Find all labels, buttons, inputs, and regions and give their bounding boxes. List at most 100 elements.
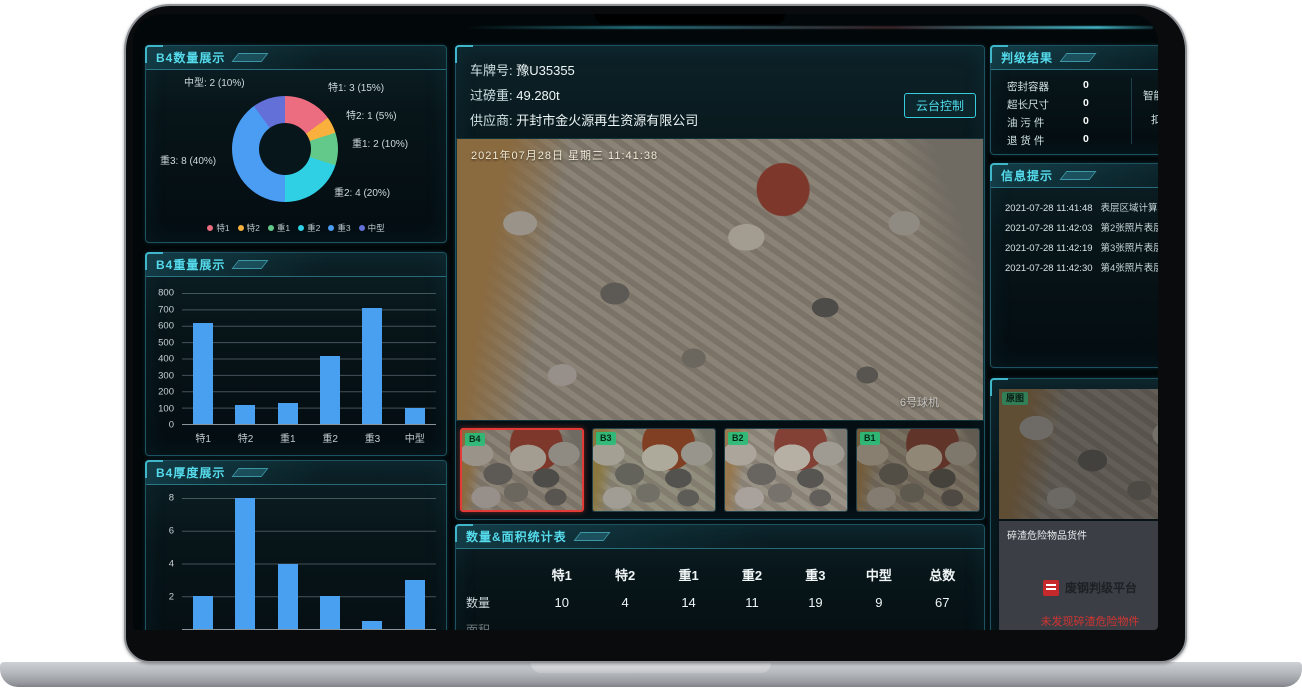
legend-item: 重1 <box>268 222 290 234</box>
divider <box>1131 78 1132 144</box>
weight-panel-header: B4重量展示 <box>146 253 446 277</box>
supplier-row: 供应商: 开封市金火源再生资源有限公司 <box>470 110 698 129</box>
thickness-panel-header: B4厚度展示 <box>146 461 446 485</box>
table-cell: — <box>530 622 593 630</box>
platform-name: 废钢判级平台 <box>1065 579 1137 596</box>
detection-result-box: 碎渣危险物品货件 废钢判级平台 未发现碎渣危险物件 <box>999 521 1158 630</box>
legend-dot <box>238 225 244 231</box>
legend-dot <box>298 225 304 231</box>
detection-caption: 碎渣危险物品货件 <box>1007 527 1087 542</box>
donut-legend: 特1特2重1重2重3中型 <box>146 222 446 234</box>
thumbnail-b1[interactable]: B1 <box>856 428 980 512</box>
table-cell: — <box>911 622 974 630</box>
y-tick-label: 8 <box>169 493 174 504</box>
thumbnail-b2[interactable]: B2 <box>724 428 848 512</box>
stats-table-header: 数量&面积统计表 <box>456 525 984 549</box>
col-header: 总数 <box>911 565 974 584</box>
message-item: 2021-07-28 11:42:19第3张照片表层开始 <box>1005 240 1158 254</box>
col-header: 重2 <box>720 565 783 584</box>
table-cell: — <box>847 622 910 630</box>
table-cell: 10 <box>530 595 593 610</box>
y-tick-label: 500 <box>158 337 174 348</box>
bar <box>405 408 425 424</box>
x-category-label: 重3 <box>351 430 393 445</box>
message-time: 2021-07-28 11:42:30 <box>1005 263 1093 274</box>
grading-item: 密封容器 0 <box>1007 79 1049 94</box>
weight-value: 49.280t <box>516 88 559 103</box>
message-text: 第2张照片表层开始 <box>1101 223 1158 234</box>
grading-label: 油 污 件 <box>1007 117 1044 129</box>
table-cell: — <box>720 622 783 630</box>
weight-label: 过磅重: <box>470 88 513 103</box>
weight-panel-title: B4重量展示 <box>146 256 225 273</box>
y-tick-label: 400 <box>158 354 174 365</box>
row-label: 面积 <box>466 621 530 630</box>
table-cell: 4 <box>593 595 656 610</box>
bar <box>362 621 382 629</box>
stats-table: 特1 特2 重1 重2 重3 中型 总数 数量 10 4 14 11 19 9 … <box>466 565 974 630</box>
stats-table-panel: 数量&面积统计表 特1 特2 重1 重2 重3 中型 总数 数量 10 4 14… <box>455 524 985 630</box>
quantity-panel-header: B4数量展示 <box>146 46 446 70</box>
header-deco <box>1059 53 1096 62</box>
main-camera-image: 2021年07月28日 星期三 11:41:38 6号球机 <box>456 138 984 421</box>
thickness-panel-title: B4厚度展示 <box>146 464 225 481</box>
x-category-label: 重2 <box>309 430 351 445</box>
weight-row: 过磅重: 49.280t <box>470 85 560 104</box>
y-tick-label: 200 <box>158 387 174 398</box>
bar <box>193 323 213 424</box>
header-deco <box>232 260 269 269</box>
x-category-label: 特1 <box>182 430 224 445</box>
platform-brand: 废钢判级平台 <box>999 579 1158 596</box>
decorative-glow-line <box>463 26 1153 29</box>
stats-table-title: 数量&面积统计表 <box>456 528 567 545</box>
messages-panel: 信息提示 2021-07-28 11:41:48表层区域计算成功 2021-07… <box>990 163 1158 368</box>
thumbnail-b4[interactable]: B4 <box>460 428 584 512</box>
smart-grade-label: 智能判级: <box>1143 88 1158 103</box>
platform-logo-icon <box>1043 580 1059 596</box>
y-tick-label: 700 <box>158 304 174 315</box>
grading-panel: 判级结果 密封容器 0 超长尺寸 0 油 污 件 0 退 货 件 0 智能判级:… <box>990 45 1158 155</box>
original-image: 原图 <box>999 389 1158 519</box>
message-text: 第3张照片表层开始 <box>1101 243 1158 254</box>
bar <box>405 580 425 629</box>
table-cell: — <box>784 622 847 630</box>
weight-x-axis: 特1特2重1重2重3中型 <box>182 430 436 445</box>
header-deco <box>1059 171 1096 180</box>
bar <box>320 596 340 629</box>
quantity-panel: B4数量展示 特1: 3 (15%) 特2: 1 (5%) 重1: 2 (10%… <box>145 45 447 243</box>
grading-value: 0 <box>1083 115 1089 127</box>
supplier-label: 供应商: <box>470 113 513 128</box>
weight-y-axis: 0100200300400500600700800 <box>150 293 176 425</box>
ptz-control-button[interactable]: 云台控制 <box>904 93 976 118</box>
grading-value: 0 <box>1083 133 1089 145</box>
message-item: 2021-07-28 11:42:03第2张照片表层开始 <box>1005 220 1158 234</box>
bar <box>193 596 213 629</box>
supplier-value: 开封市金火源再生资源有限公司 <box>516 113 698 128</box>
x-category-label: 特2 <box>224 430 266 445</box>
table-cell: 11 <box>720 595 783 610</box>
col-header: 特1 <box>530 565 593 584</box>
row-label: 数量 <box>466 594 530 611</box>
bar <box>320 356 340 424</box>
message-time: 2021-07-28 11:41:48 <box>1005 203 1093 214</box>
thickness-panel: B4厚度展示 2468 特1特2重1重2重3中型 <box>145 460 447 630</box>
camera-name-label: 6号球机 <box>900 394 939 410</box>
y-tick-label: 0 <box>169 420 174 431</box>
deduction-label: 扣杂量: <box>1151 112 1158 127</box>
thumbnail-b3[interactable]: B3 <box>592 428 716 512</box>
legend-item: 特2 <box>238 222 260 234</box>
laptop-base-notch <box>531 662 771 673</box>
laptop-mockup: B4数量展示 特1: 3 (15%) 特2: 1 (5%) 重1: 2 (10%… <box>0 0 1302 688</box>
legend-dot <box>359 225 365 231</box>
thumbnail-strip: B4 B3 B2 B1 <box>460 428 980 512</box>
y-tick-label: 4 <box>169 559 174 570</box>
header-deco <box>232 53 269 62</box>
y-tick-label: 300 <box>158 370 174 381</box>
messages-panel-header: 信息提示 <box>991 164 1158 188</box>
viewer-panel: 车牌号: 豫U35355 过磅重: 49.280t 供应商: 开封市金火源再生资… <box>455 45 985 520</box>
donut-callout: 重1: 2 (10%) <box>352 135 408 150</box>
y-tick-label: 800 <box>158 288 174 299</box>
thumbnail-badge: B2 <box>728 432 748 445</box>
donut-callout: 特2: 1 (5%) <box>346 107 397 122</box>
camera-notch <box>595 14 785 24</box>
